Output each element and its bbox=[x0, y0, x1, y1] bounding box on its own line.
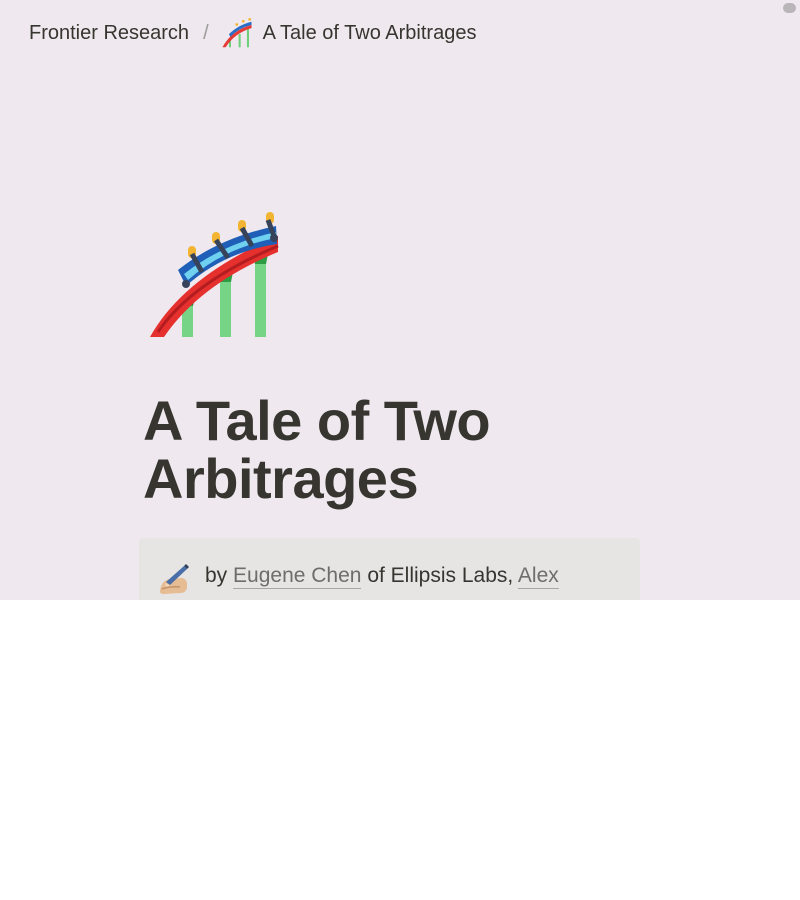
author-callout: by Eugene Chen of Ellipsis Labs, Alex bbox=[139, 538, 640, 600]
breadcrumb-separator: / bbox=[203, 21, 209, 44]
author-link-alex[interactable]: Alex bbox=[517, 564, 559, 589]
by-label: by bbox=[205, 564, 228, 587]
breadcrumb-workspace-link[interactable]: Frontier Research bbox=[29, 22, 189, 45]
page-title[interactable]: A Tale of Two Arbitrages bbox=[143, 392, 663, 508]
page-viewport: Frontier Research / A Tale of Two Arbitr… bbox=[0, 0, 800, 600]
roller-coaster-icon bbox=[222, 18, 252, 48]
author-link-eugene-chen[interactable]: Eugene Chen bbox=[233, 564, 362, 589]
scrollbar-thumb[interactable] bbox=[783, 3, 796, 13]
breadcrumb: Frontier Research / A Tale of Two Arbitr… bbox=[29, 18, 476, 48]
writing-hand-icon bbox=[159, 564, 189, 594]
author-line: by Eugene Chen of Ellipsis Labs, Alex bbox=[205, 564, 559, 589]
org-label: of Ellipsis Labs, bbox=[367, 564, 514, 587]
breadcrumb-current-page[interactable]: A Tale of Two Arbitrages bbox=[263, 22, 477, 45]
roller-coaster-icon[interactable] bbox=[148, 210, 280, 340]
